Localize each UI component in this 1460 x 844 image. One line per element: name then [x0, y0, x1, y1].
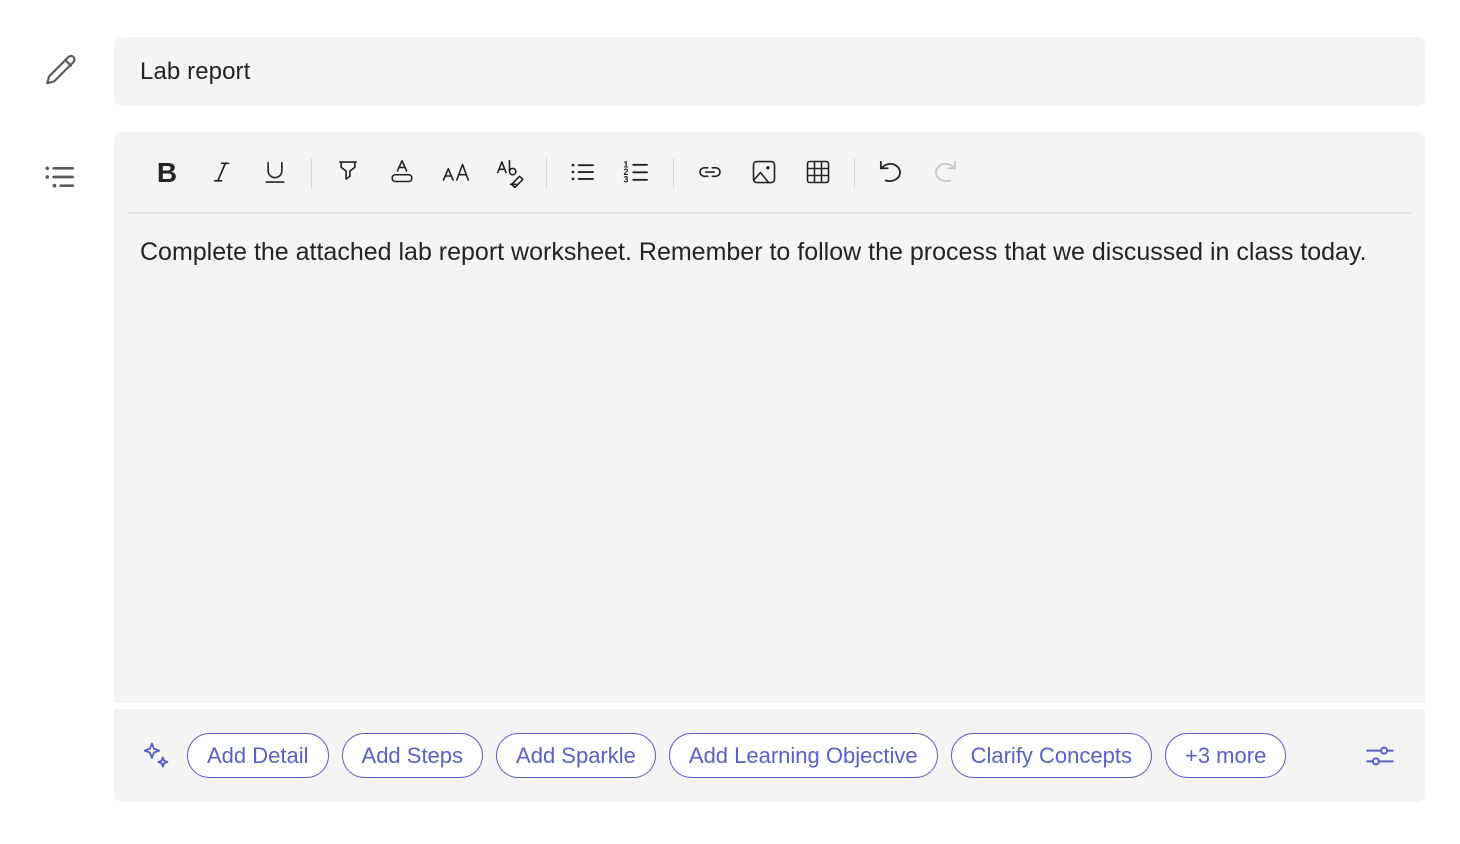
insert-image-button[interactable]	[737, 146, 791, 200]
suggestion-chip-more[interactable]: +3 more	[1164, 733, 1287, 778]
italic-button[interactable]	[194, 146, 248, 200]
instructions-editor-card: B 1 2 3 Complete the attached lab report…	[114, 132, 1425, 703]
chip-label: Add Steps	[361, 742, 464, 768]
bulleted-list-icon	[568, 157, 598, 190]
chip-label: Add Sparkle	[516, 742, 636, 768]
formatting-toolbar: B 1 2 3	[114, 132, 1425, 214]
suggestion-chip-add-learning-objective[interactable]: Add Learning Objective	[668, 733, 938, 778]
toolbar-divider	[673, 158, 674, 188]
font-color-button[interactable]	[375, 146, 429, 200]
image-icon	[749, 157, 779, 190]
undo-icon	[875, 156, 907, 191]
italic-icon	[206, 157, 236, 190]
font-size-icon	[440, 156, 472, 191]
suggestion-chip-add-detail[interactable]: Add Detail	[187, 733, 329, 778]
toolbar-separator-line	[128, 212, 1411, 214]
numbered-list-button[interactable]: 1 2 3	[610, 146, 664, 200]
chip-label: Add Learning Objective	[688, 742, 918, 768]
highlight-button[interactable]	[321, 146, 375, 200]
title-value: Lab report	[140, 57, 251, 85]
table-icon	[803, 157, 833, 190]
bulleted-list-button[interactable]	[556, 146, 610, 200]
chip-label: Add Detail	[207, 742, 309, 768]
highlighter-icon	[333, 157, 363, 190]
toolbar-divider	[311, 158, 312, 188]
instructions-textarea[interactable]: Complete the attached lab report workshe…	[114, 214, 1425, 272]
suggestion-chip-add-steps[interactable]: Add Steps	[341, 733, 484, 778]
toolbar-divider	[546, 158, 547, 188]
link-icon	[695, 157, 725, 190]
font-color-icon	[387, 157, 417, 190]
svg-text:3: 3	[624, 174, 629, 184]
bold-button[interactable]: B	[140, 146, 194, 200]
sparkle-icon	[140, 739, 174, 773]
undo-button[interactable]	[864, 146, 918, 200]
font-size-button[interactable]	[429, 146, 483, 200]
underline-icon	[260, 157, 290, 190]
chip-label: +3 more	[1184, 742, 1267, 768]
bulleted-list-icon	[36, 153, 84, 201]
insert-link-button[interactable]	[683, 146, 737, 200]
chip-label: Clarify Concepts	[970, 742, 1132, 768]
clear-formatting-button[interactable]	[483, 146, 537, 200]
instructions-text: Complete the attached lab report workshe…	[140, 238, 1367, 266]
suggestion-chip-add-sparkle[interactable]: Add Sparkle	[496, 733, 656, 778]
settings-sliders-icon[interactable]	[1359, 735, 1401, 777]
toolbar-divider	[854, 158, 855, 188]
ai-suggestions-bar: Add Detail Add Steps Add Sparkle Add Lea…	[114, 709, 1425, 802]
clear-formatting-icon	[494, 156, 526, 191]
underline-button[interactable]	[248, 146, 302, 200]
pencil-icon	[36, 47, 84, 95]
numbered-list-icon: 1 2 3	[622, 157, 652, 190]
suggestion-chip-clarify-concepts[interactable]: Clarify Concepts	[950, 733, 1152, 778]
redo-button[interactable]	[918, 146, 972, 200]
bold-icon: B	[156, 157, 178, 188]
redo-icon	[929, 156, 961, 191]
title-input[interactable]: Lab report	[114, 37, 1425, 106]
editor-screen: Lab report B 1 2 3 Complete the attached…	[0, 0, 1460, 844]
insert-table-button[interactable]	[791, 146, 845, 200]
